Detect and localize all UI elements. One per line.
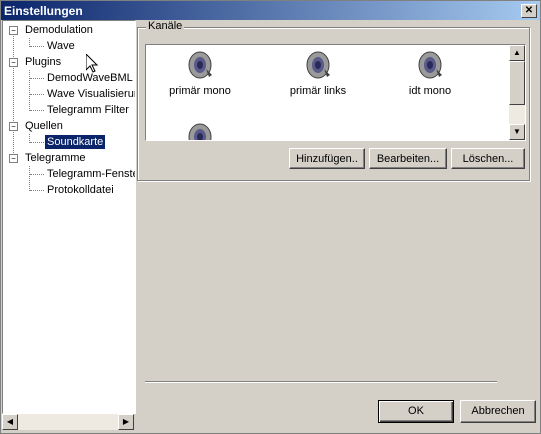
footer-separator xyxy=(145,381,497,383)
channel-label: idt mono xyxy=(408,85,452,97)
speaker-icon xyxy=(418,51,442,79)
tree-connector xyxy=(30,46,44,47)
channel-item[interactable] xyxy=(150,121,250,140)
tree-horizontal-scrollbar[interactable]: ◀ ▶ xyxy=(2,414,134,430)
scroll-thumb[interactable] xyxy=(509,61,525,105)
scroll-left-button[interactable]: ◀ xyxy=(2,414,18,430)
delete-channel-button[interactable]: Löschen... xyxy=(451,148,525,169)
collapse-toggle-plugins[interactable]: − xyxy=(9,58,18,67)
tree-connector xyxy=(30,190,44,191)
tree-item-telegramm-filter[interactable]: Telegramm Filter xyxy=(47,103,129,117)
channel-label: primär mono xyxy=(169,85,231,97)
channel-label: primär links xyxy=(289,85,347,97)
tree-connector xyxy=(30,142,44,143)
tree-item-wave-visualisierung[interactable]: Wave Visualisierung xyxy=(47,87,135,101)
tree-connector xyxy=(30,110,44,111)
scroll-up-button[interactable]: ▲ xyxy=(509,45,525,61)
tree-item-quellen[interactable]: Quellen xyxy=(25,119,63,133)
speaker-icon xyxy=(306,51,330,79)
channel-item[interactable]: primär mono xyxy=(150,49,250,97)
channel-list-scrollbar[interactable]: ▲ ▼ xyxy=(509,45,525,140)
mouse-pointer-icon xyxy=(86,54,98,73)
collapse-toggle-quellen[interactable]: − xyxy=(9,122,18,131)
tree-connector xyxy=(30,94,44,95)
tree-item-demodulation[interactable]: Demodulation xyxy=(25,23,93,37)
tree-connector xyxy=(29,70,30,111)
window-title: Einstellungen xyxy=(4,4,83,18)
collapse-toggle-demodulation[interactable]: − xyxy=(9,26,18,35)
tree-item-telegramm-fenster[interactable]: Telegramm-Fenster xyxy=(47,167,135,181)
tree-item-telegramme[interactable]: Telegramme xyxy=(25,151,86,165)
channel-item[interactable]: primär links xyxy=(268,49,368,97)
settings-tree[interactable]: − Demodulation Wave − Plugins DemodWaveB… xyxy=(2,20,136,414)
add-channel-button[interactable]: Hinzufügen.. xyxy=(289,148,365,169)
channels-legend: Kanäle xyxy=(146,20,185,32)
speaker-icon xyxy=(188,51,212,79)
tree-item-plugins[interactable]: Plugins xyxy=(25,55,61,69)
tree-item-soundkarte[interactable]: Soundkarte xyxy=(45,135,106,149)
tree-item-protokolldatei[interactable]: Protokolldatei xyxy=(47,183,114,197)
tree-connector xyxy=(13,31,14,161)
title-bar[interactable]: Einstellungen ✕ xyxy=(1,1,540,20)
tree-connector xyxy=(30,78,44,79)
tree-item-wave[interactable]: Wave xyxy=(47,39,75,53)
ok-button[interactable]: OK xyxy=(378,400,454,423)
speaker-icon xyxy=(188,123,212,140)
channel-item[interactable]: idt mono xyxy=(380,49,480,97)
tree-item-demodwavebml[interactable]: DemodWaveBML xyxy=(47,71,133,85)
close-button[interactable]: ✕ xyxy=(521,4,537,18)
scroll-down-button[interactable]: ▼ xyxy=(509,124,525,140)
edit-channel-button[interactable]: Bearbeiten... xyxy=(369,148,447,169)
collapse-toggle-telegramme[interactable]: − xyxy=(9,154,18,163)
channel-list[interactable]: primär mono primär links idt mono ▲ ▼ xyxy=(145,44,526,141)
tree-connector xyxy=(30,174,44,175)
tree-connector xyxy=(29,166,30,191)
scroll-right-button[interactable]: ▶ xyxy=(118,414,134,430)
cancel-button[interactable]: Abbrechen xyxy=(460,400,536,423)
